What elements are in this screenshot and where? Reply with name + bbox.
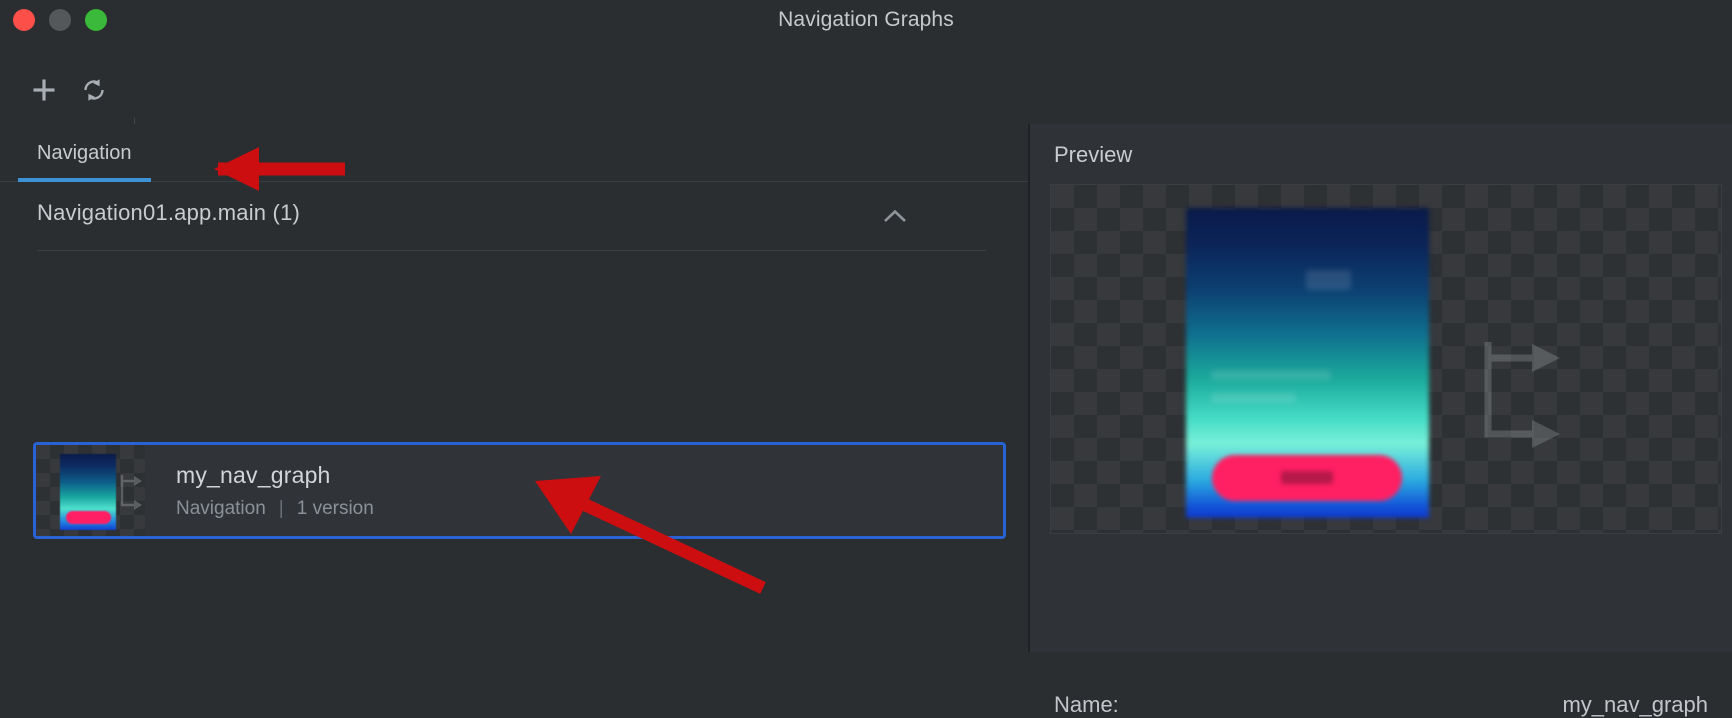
navigation-arrow-icon (120, 475, 142, 510)
navigation-graph-thumbnail (36, 445, 145, 536)
preview-details: Name: my_nav_graph (1030, 544, 1732, 717)
tab-navigation-label: Navigation (37, 141, 132, 164)
group-divider (37, 250, 986, 251)
group-header[interactable]: Navigation01.app.main (1) (0, 182, 1028, 250)
tab-navigation[interactable]: Navigation (18, 124, 151, 182)
detail-value-name: my_nav_graph (1562, 692, 1708, 717)
list-item-type: Navigation (176, 497, 266, 519)
main-content: Navigation Navigation01.app.main (1) my_… (0, 124, 1732, 717)
list-item[interactable]: my_nav_graph Navigation | 1 version (33, 442, 1006, 539)
navigation-graphs-window: Navigation Graphs Module: Navigatio (0, 0, 1732, 717)
tab-strip: Navigation (0, 124, 1028, 182)
preview-pane: Preview Name: my_nav_graph (1030, 124, 1732, 717)
detail-key-name: Name: (1054, 692, 1119, 717)
window-title: Navigation Graphs (778, 8, 954, 31)
list-item-text: my_nav_graph Navigation | 1 version (145, 445, 1003, 536)
group-title: Navigation01.app.main (1) (37, 200, 301, 225)
preview-text-line-3 (1306, 270, 1351, 290)
preview-text-line-2 (1211, 393, 1296, 403)
preview-text-line-1 (1211, 370, 1331, 380)
navigation-graph-preview (1050, 184, 1722, 534)
list-item-versions: 1 version (296, 497, 374, 519)
thumbnail-button (66, 511, 111, 524)
subtitle-separator: | (278, 497, 284, 519)
navigation-arrow-icon (1484, 342, 1560, 448)
list-item-subtitle: Navigation | 1 version (176, 498, 1003, 520)
graph-list-pane: Navigation Navigation01.app.main (1) my_… (0, 124, 1028, 652)
plus-icon (33, 79, 55, 101)
list-item-title: my_nav_graph (176, 461, 331, 488)
chevron-up-icon (884, 209, 906, 222)
preview-header: Preview (1054, 142, 1133, 167)
refresh-icon (84, 79, 104, 101)
toolbar: Module: Navigatio (0, 58, 1732, 180)
title-bar: Navigation Graphs (0, 0, 1732, 58)
collapse-group-button[interactable] (882, 206, 908, 228)
preview-primary-button-label (1281, 471, 1333, 484)
refresh-button[interactable] (75, 71, 113, 109)
add-button[interactable] (25, 71, 63, 109)
